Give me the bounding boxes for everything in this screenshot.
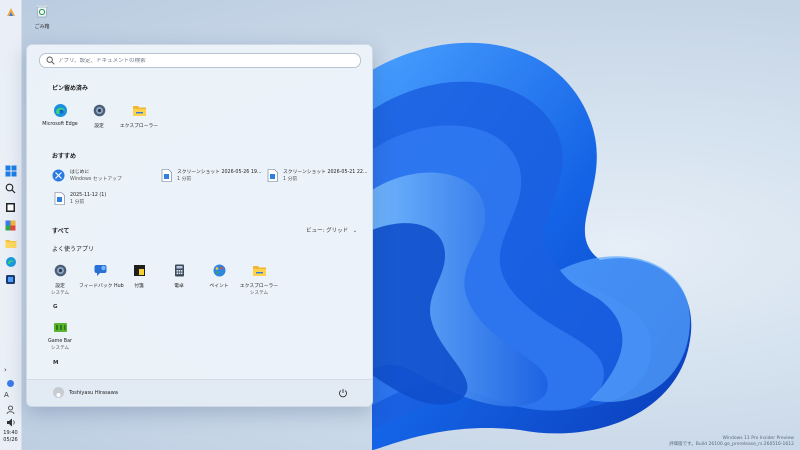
frequent-explorer-label: エクスプローラー [239,284,279,289]
recycle-bin-icon [36,5,48,18]
start-menu: ピン留め済み Microsoft Edge 設定 エクスプローラー おすすめ は… [26,44,373,407]
recommended-subtitle-3: 1 分前 [70,200,85,205]
network-icon[interactable] [3,376,18,391]
frequent-feedback-label: フィードバック Hub [79,284,124,289]
get-started-icon [52,169,65,182]
settings-icon [54,264,66,277]
clock-time: 19:40 [3,430,18,436]
user-avatar[interactable] [53,387,64,398]
folder-icon [5,240,16,248]
recommended-subtitle-1: 1 分前 [177,177,192,182]
all-apps-title: すべて [52,228,70,235]
widgets-button[interactable] [3,218,18,233]
file-icon [161,169,172,182]
app-game-bar[interactable]: Game Bar システム [39,320,81,351]
store-icon [6,275,15,284]
task-view-icon [6,203,15,212]
recycle-bin[interactable]: ごみ箱 [30,3,54,30]
frequent-sticky-label: 付箋 [134,284,144,289]
pinned-settings-label: 設定 [94,124,104,129]
pinned-explorer[interactable]: エクスプローラー [118,103,160,129]
file-icon [54,192,65,205]
frequent-settings[interactable]: 設定 システム [39,263,81,296]
user-icon [56,393,61,397]
search-icon [5,183,16,194]
group-header-g[interactable]: G [53,304,58,310]
watermark-line2: 評価版です。Build 26100.ge_prerelease_rs.26051… [669,442,794,447]
user-name[interactable]: Toshiyasu Hirasawa [69,390,118,396]
pinned-settings[interactable]: 設定 [78,103,120,129]
frequent-feedback-hub[interactable]: フィードバック Hub [79,263,124,289]
game-bar-subtitle: システム [50,346,70,351]
frequent-explorer-subtitle: システム [249,291,269,296]
clock-date: 05/26 [3,437,18,443]
view-toggle-button[interactable]: ビュー: グリッド ⌄ [306,226,357,234]
frequent-calculator[interactable]: 電卓 [158,263,200,289]
view-toggle-label: ビュー: グリッド [306,228,349,234]
recommended-title: おすすめ [52,153,77,160]
search-input[interactable] [55,57,338,64]
recycle-bin-label: ごみ箱 [34,24,50,30]
store-taskbar[interactable] [3,272,18,287]
group-header-m[interactable]: M [53,360,58,366]
frequent-settings-label: 設定 [55,284,65,289]
recommended-subtitle-2: 1 分前 [283,177,298,182]
frequent-settings-subtitle: システム [50,291,70,296]
pinned-title: ピン留め済み [52,85,89,92]
power-icon[interactable] [338,388,348,398]
watermark: Windows 11 Pro Insider Preview 評価版です。Bui… [669,436,794,448]
windows-logo-icon [5,165,16,176]
recommended-title-1: スクリーンショット 2026-05-26 19... [177,170,262,175]
taskbar: › A 19:40 05/26 [0,0,22,450]
chevron-down-icon: ⌄ [352,228,358,234]
game-bar-label: Game Bar [47,339,72,344]
explorer-icon [132,106,146,116]
frequent-explorer[interactable]: エクスプローラー システム [238,263,280,296]
recommended-item[interactable]: 2025-11-12 (1) 1 分前 [54,192,106,210]
search-icon [46,56,55,65]
paint-icon [213,264,225,277]
pinned-edge-label: Microsoft Edge [42,122,78,127]
edge-taskbar[interactable] [3,254,18,269]
edge-icon [5,256,16,267]
recommended-subtitle-0: Windows セットアップ [70,177,122,182]
recommended-item[interactable]: スクリーンショット 2026-05-26 19... 1 分前 [161,169,262,187]
recommended-item[interactable]: はじめに Windows セットアップ [52,169,122,187]
frequent-calculator-label: 電卓 [174,284,184,289]
copilot-icon[interactable] [3,4,18,19]
frequent-apps-title: よく使うアプリ [52,246,95,253]
show-hidden-icons-button[interactable]: › [4,366,7,374]
frequent-sticky-notes[interactable]: 付箋 [118,263,160,289]
feedback-icon [94,265,106,276]
explorer-icon [252,266,266,276]
start-search-box[interactable] [39,53,361,68]
pinned-explorer-label: エクスプローラー [119,124,159,129]
search-taskbar-button[interactable] [3,181,18,196]
recommended-item[interactable]: スクリーンショット 2026-05-21 22... 1 分前 [267,169,368,187]
pinned-edge[interactable]: Microsoft Edge [39,103,81,127]
settings-icon [93,104,105,117]
sticky-notes-icon [133,265,145,276]
start-footer: Toshiyasu Hirasawa [27,379,372,406]
frequent-paint-label: ペイント [209,284,229,289]
edge-icon [53,104,67,117]
ime-indicator[interactable]: A [4,391,9,399]
file-explorer-taskbar[interactable] [3,236,18,251]
recommended-title-3: 2025-11-12 (1) [70,193,107,198]
recommended-title-0: はじめに [70,170,90,175]
volume-icon[interactable] [3,415,18,430]
file-icon [267,169,278,182]
widgets-icon [5,220,16,231]
clock[interactable]: 19:40 05/26 [0,430,21,444]
start-button[interactable] [3,163,18,178]
calculator-icon [174,264,184,277]
game-bar-icon [53,323,67,332]
task-view-button[interactable] [3,200,18,215]
recommended-title-2: スクリーンショット 2026-05-21 22... [283,170,368,175]
frequent-paint[interactable]: ペイント [198,263,240,289]
